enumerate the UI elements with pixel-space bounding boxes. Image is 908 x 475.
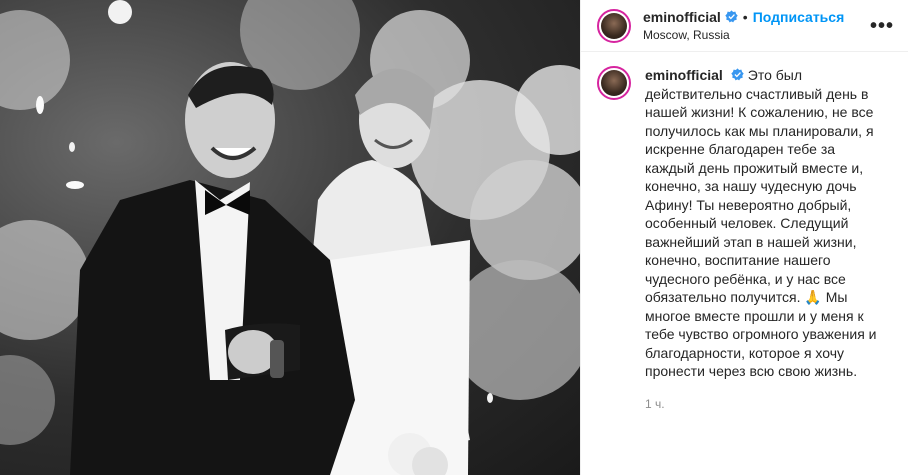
post-photo[interactable] bbox=[0, 0, 580, 475]
post-side-panel: eminofficial • Подписаться Moscow, Russi… bbox=[580, 0, 908, 475]
header-row: eminofficial • Подписаться bbox=[643, 8, 870, 26]
verified-badge-icon bbox=[725, 10, 738, 23]
header-username-link[interactable]: eminofficial bbox=[643, 8, 721, 26]
post-header: eminofficial • Подписаться Moscow, Russi… bbox=[581, 0, 908, 52]
more-options-icon[interactable]: ••• bbox=[870, 16, 894, 36]
caption-username-link[interactable]: eminofficial bbox=[645, 67, 723, 83]
caption-body: eminofficial Это был действительно счаст… bbox=[645, 66, 891, 413]
post-timestamp[interactable]: 1 ч. bbox=[645, 395, 891, 414]
header-avatar[interactable] bbox=[597, 8, 631, 43]
verified-badge-icon bbox=[731, 68, 744, 81]
instagram-post: eminofficial • Подписаться Moscow, Russi… bbox=[0, 0, 908, 475]
wedding-photo-illustration bbox=[0, 0, 580, 475]
follow-button[interactable]: Подписаться bbox=[753, 8, 845, 26]
caption-comment: eminofficial Это был действительно счаст… bbox=[581, 52, 908, 413]
header-text: eminofficial • Подписаться Moscow, Russi… bbox=[643, 8, 870, 44]
caption-text-block: eminofficial Это был действительно счаст… bbox=[645, 66, 891, 381]
separator-dot: • bbox=[742, 8, 748, 25]
location-link[interactable]: Moscow, Russia bbox=[643, 26, 870, 44]
caption-text: Это был действительно счастливый день в … bbox=[645, 67, 877, 379]
caption-avatar[interactable] bbox=[597, 66, 631, 100]
